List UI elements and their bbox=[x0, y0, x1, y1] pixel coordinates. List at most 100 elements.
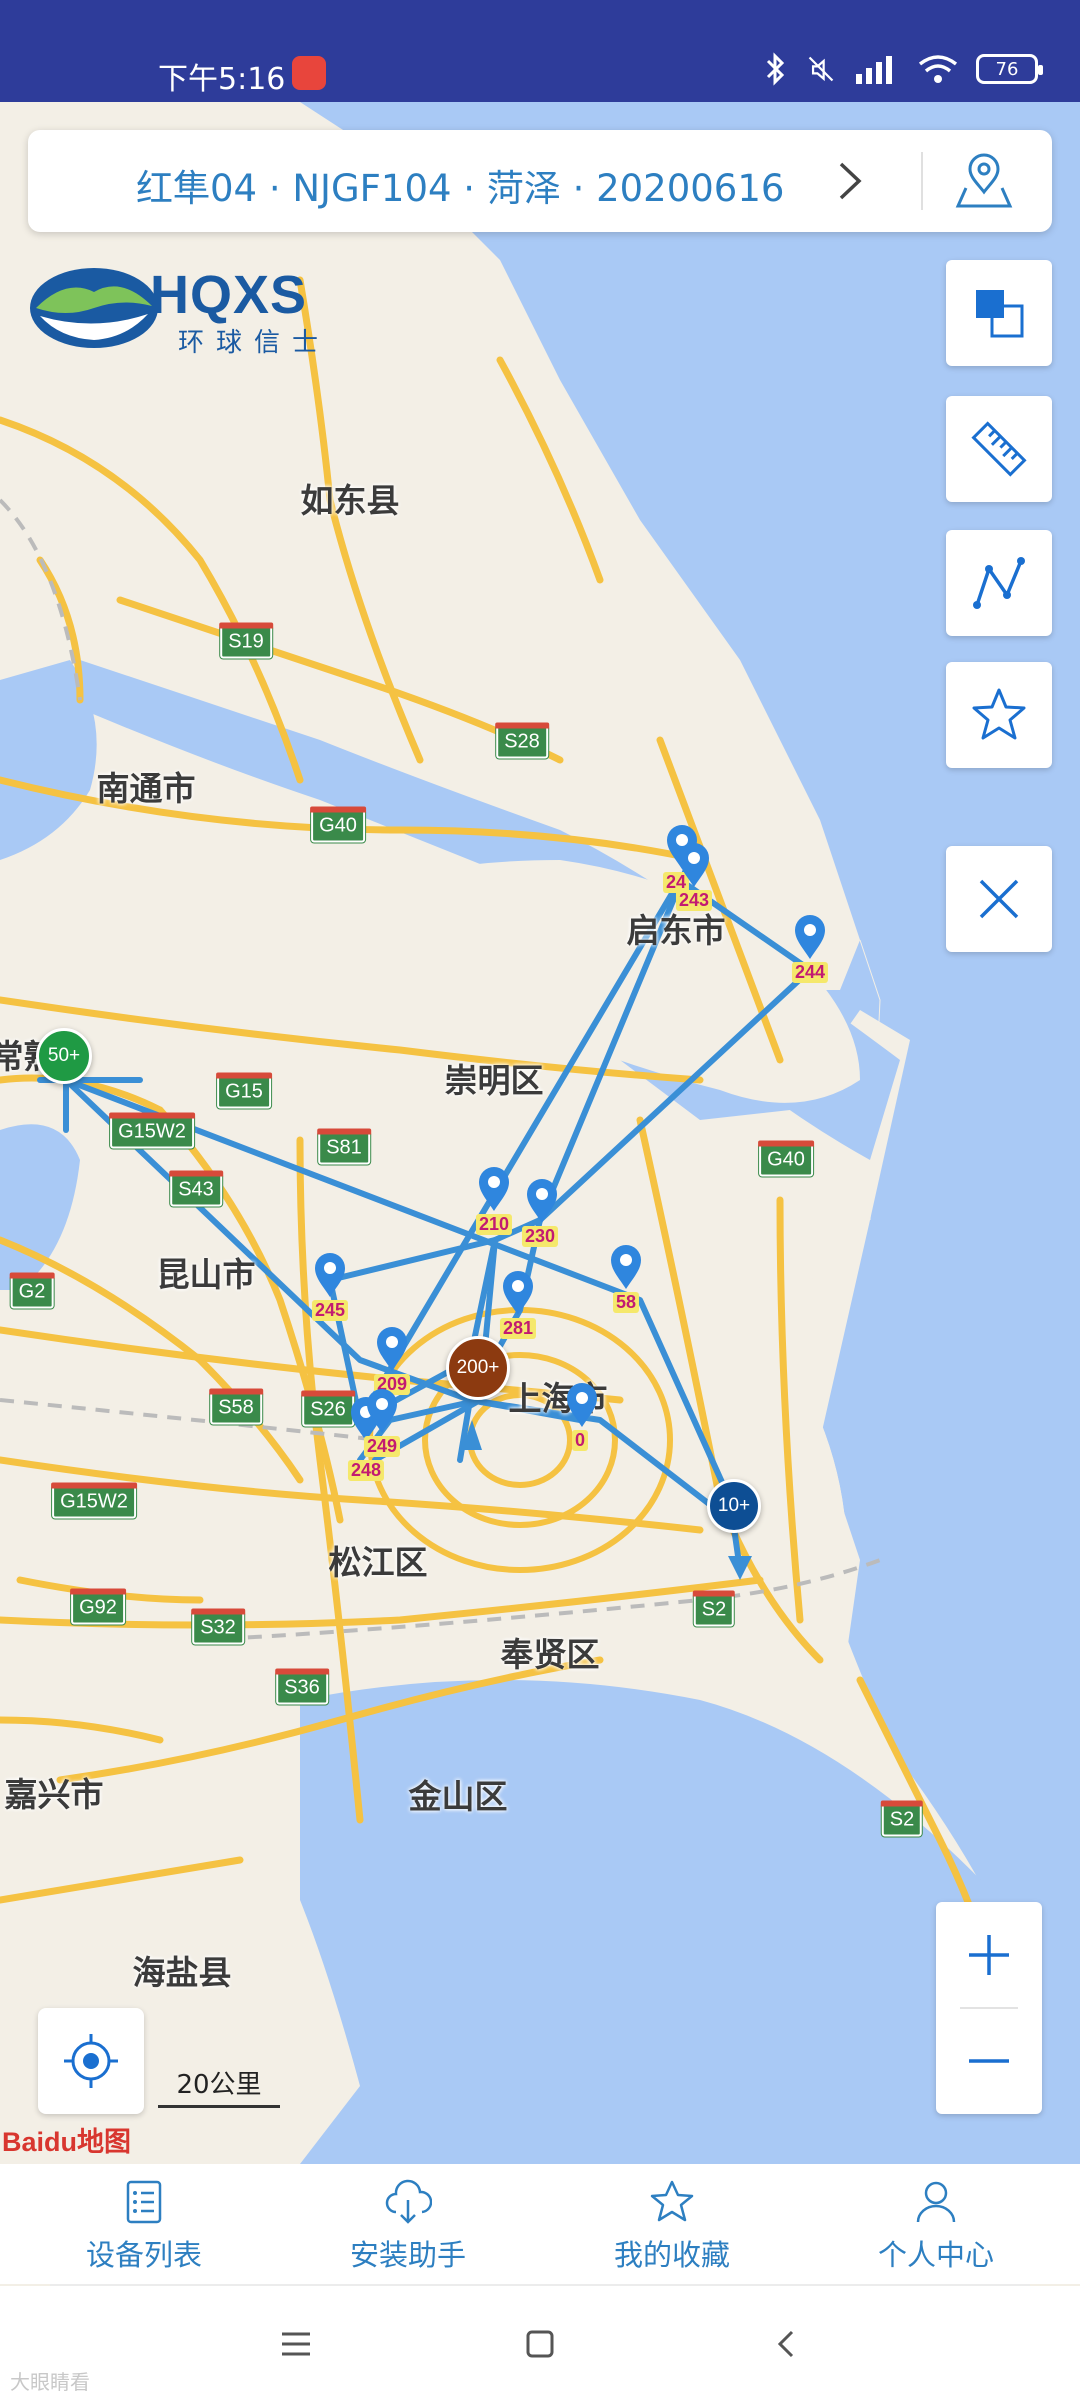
app-notification-icon bbox=[292, 56, 326, 90]
location-pin-icon[interactable] bbox=[525, 1178, 559, 1224]
track-button[interactable] bbox=[946, 530, 1052, 636]
nav-label: 设备列表 bbox=[85, 2238, 202, 2272]
header-divider bbox=[921, 152, 923, 210]
route-icon bbox=[973, 557, 1025, 609]
map-scale: 20公里 bbox=[158, 2064, 280, 2108]
ruler-icon bbox=[971, 421, 1027, 477]
wifi-icon bbox=[918, 55, 958, 83]
watermark: 大眼睛看 bbox=[10, 2370, 90, 2394]
location-pin-icon[interactable] bbox=[609, 1244, 643, 1290]
mute-icon bbox=[808, 56, 834, 82]
pin-label: 210 bbox=[475, 1214, 513, 1235]
map-location-icon[interactable] bbox=[950, 152, 1018, 212]
place-rudong: 如东县 bbox=[300, 481, 400, 520]
back-icon[interactable] bbox=[766, 2326, 806, 2362]
highway-shield: G15 bbox=[216, 1072, 272, 1109]
logo-subtitle: 环球信士 bbox=[178, 328, 331, 358]
status-time: 下午5:16 bbox=[158, 62, 286, 97]
location-pin-icon[interactable] bbox=[565, 1382, 599, 1428]
crosshair-icon bbox=[64, 2034, 118, 2088]
chevron-right-icon[interactable] bbox=[833, 156, 869, 206]
favorite-button[interactable] bbox=[946, 662, 1052, 768]
bluetooth-icon bbox=[766, 52, 785, 86]
star-icon bbox=[650, 2180, 694, 2222]
menu-icon[interactable] bbox=[276, 2326, 316, 2362]
pin-label: 0 bbox=[571, 1430, 589, 1451]
device-title[interactable]: 红隼04 · NJGF104 · 菏泽 · 20200616 bbox=[136, 158, 784, 212]
nav-install-helper[interactable]: 安装助手 bbox=[308, 2178, 508, 2274]
highway-shield: S26 bbox=[301, 1390, 355, 1427]
highway-shield: S58 bbox=[209, 1388, 263, 1425]
place-songjiang: 松江区 bbox=[328, 1543, 428, 1582]
map-view[interactable]: 如东县 南通市 启东市 崇明区 常熟市 昆山市 上海市 松江区 奉贤区 金山区 … bbox=[0, 102, 1080, 2164]
place-jinshan: 金山区 bbox=[408, 1777, 508, 1816]
system-navigation-bar bbox=[0, 2286, 1080, 2400]
highway-shield: S2 bbox=[880, 1800, 924, 1837]
bottom-navigation: 设备列表 安装助手 我的收藏 个人中心 bbox=[0, 2164, 1080, 2284]
star-icon bbox=[972, 688, 1026, 740]
baidu-map-logo: Baidu地图 bbox=[2, 2127, 132, 2157]
close-icon bbox=[979, 879, 1019, 919]
zoom-out-button[interactable] bbox=[936, 2008, 1042, 2114]
place-fengxian: 奉贤区 bbox=[500, 1635, 600, 1674]
place-haiyan: 海盐县 bbox=[132, 1953, 232, 1992]
pin-label: 248 bbox=[347, 1460, 385, 1481]
highway-shield: G15W2 bbox=[109, 1112, 195, 1149]
signal-icon bbox=[856, 56, 892, 84]
location-pin-icon[interactable] bbox=[677, 842, 711, 888]
pin-label: 281 bbox=[499, 1318, 537, 1339]
location-pin-icon[interactable] bbox=[501, 1270, 535, 1316]
nav-device-list[interactable]: 设备列表 bbox=[44, 2178, 244, 2274]
nav-label: 个人中心 bbox=[877, 2238, 994, 2272]
highway-shield: S28 bbox=[495, 722, 549, 759]
cloud-icon bbox=[385, 2179, 432, 2224]
measure-button[interactable] bbox=[946, 396, 1052, 502]
close-button[interactable] bbox=[946, 846, 1052, 952]
highway-shield: S36 bbox=[275, 1668, 329, 1705]
highway-shield: G40 bbox=[758, 1140, 814, 1177]
location-pin-icon[interactable] bbox=[365, 1388, 399, 1434]
zoom-in-button[interactable] bbox=[936, 1902, 1042, 2008]
logo-text: HQXS bbox=[150, 265, 308, 325]
nav-my-favorites[interactable]: 我的收藏 bbox=[572, 2178, 772, 2274]
location-pin-icon[interactable] bbox=[375, 1326, 409, 1372]
place-kunshan: 昆山市 bbox=[156, 1255, 256, 1294]
highway-shield: S32 bbox=[191, 1608, 245, 1645]
place-nantong: 南通市 bbox=[96, 769, 196, 808]
pin-label: 245 bbox=[311, 1300, 349, 1321]
highway-shield: S2 bbox=[692, 1590, 736, 1627]
pin-label: 58 bbox=[612, 1292, 640, 1313]
battery-level: 76 bbox=[995, 58, 1019, 80]
home-icon[interactable] bbox=[520, 2326, 560, 2362]
highway-shield: G2 bbox=[9, 1272, 55, 1309]
status-icons: 76 bbox=[760, 52, 1043, 86]
highway-shield: S43 bbox=[169, 1170, 223, 1207]
pin-label: 249 bbox=[363, 1436, 401, 1457]
highway-shield: G15W2 bbox=[51, 1482, 137, 1519]
location-pin-icon[interactable] bbox=[313, 1252, 347, 1298]
highway-shield: G40 bbox=[310, 806, 366, 843]
place-chongming: 崇明区 bbox=[444, 1061, 544, 1100]
status-bar: 下午5:16 76 bbox=[0, 0, 1080, 102]
zoom-control bbox=[936, 1902, 1042, 2114]
locate-button[interactable] bbox=[38, 2008, 144, 2114]
cluster-marker[interactable]: 200+ bbox=[446, 1336, 510, 1400]
cluster-marker[interactable]: 10+ bbox=[707, 1479, 761, 1533]
person-icon bbox=[916, 2181, 956, 2223]
highway-shield: S19 bbox=[219, 622, 273, 659]
layers-icon bbox=[976, 290, 1024, 338]
minus-icon bbox=[969, 2059, 1009, 2063]
pin-label: 243 bbox=[675, 890, 713, 911]
nav-label: 我的收藏 bbox=[613, 2238, 730, 2272]
nav-personal-center[interactable]: 个人中心 bbox=[836, 2178, 1036, 2274]
cluster-marker[interactable]: 50+ bbox=[36, 1028, 92, 1084]
highway-shield: G92 bbox=[70, 1588, 126, 1625]
layer-toggle-button[interactable] bbox=[946, 260, 1052, 366]
highway-shield: S81 bbox=[317, 1128, 371, 1165]
location-pin-icon[interactable] bbox=[477, 1166, 511, 1212]
place-qidong: 启东市 bbox=[626, 911, 726, 950]
device-header-bar[interactable]: 红隼04 · NJGF104 · 菏泽 · 20200616 bbox=[28, 130, 1052, 232]
location-pin-icon[interactable] bbox=[793, 914, 827, 960]
plus-icon bbox=[969, 1935, 1009, 1975]
nav-label: 安装助手 bbox=[349, 2238, 466, 2272]
